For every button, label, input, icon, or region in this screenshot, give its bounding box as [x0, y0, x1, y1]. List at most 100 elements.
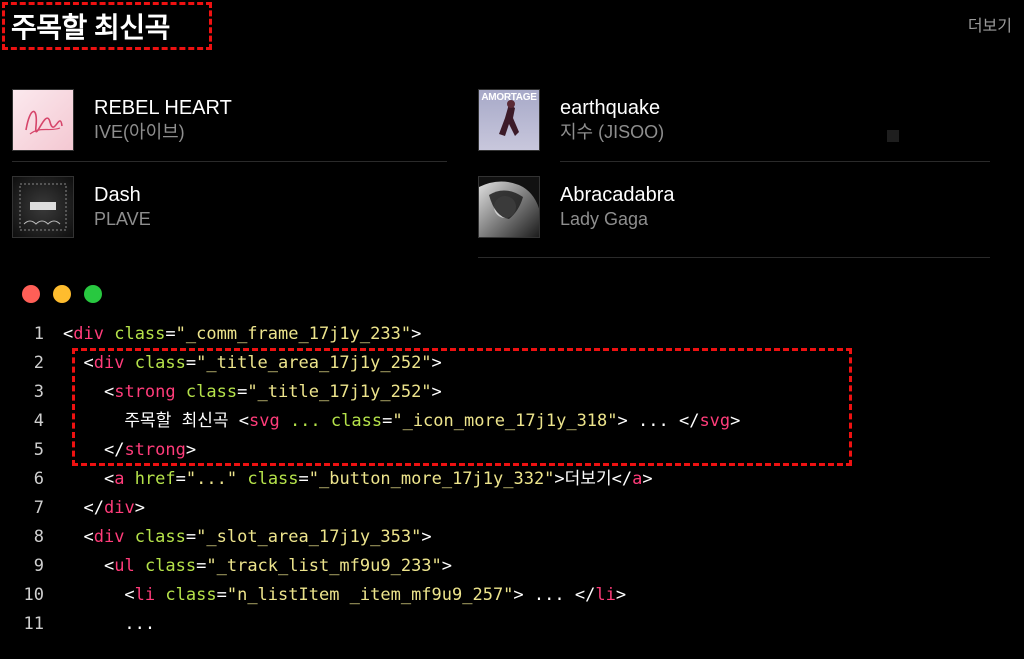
code-token: 더보기 — [564, 469, 612, 489]
line-number: 8 — [33, 527, 44, 547]
minimize-dot[interactable] — [53, 285, 71, 303]
line-number: 11 — [23, 614, 44, 634]
code-line: 8 <div class="_slot_area_17j1y_353"> — [0, 523, 1024, 552]
code-token: ul — [114, 556, 135, 576]
track-artist: PLAVE — [94, 209, 151, 229]
code-token: "_comm_frame_17j1y_233" — [175, 324, 412, 344]
portrait-art-icon — [479, 177, 539, 219]
code-token: div — [73, 324, 104, 344]
divider — [478, 257, 990, 258]
window-controls — [22, 285, 102, 303]
code-token: class — [247, 469, 299, 489]
ornament-art-icon — [19, 183, 67, 231]
code-token: </ — [83, 498, 104, 518]
code-token: class — [134, 527, 186, 547]
code-highlight-box — [72, 348, 852, 466]
code-line: 1 <div class="_comm_frame_17j1y_233"> — [0, 320, 1024, 349]
track-title: Dash — [94, 184, 141, 206]
section-title-highlight: 주목할 최신곡 — [2, 2, 212, 50]
code-token: li — [134, 585, 156, 605]
code-token: < — [103, 469, 115, 489]
code-token: > — [554, 469, 565, 489]
line-number: 4 — [33, 411, 44, 431]
line-number: 3 — [33, 382, 44, 402]
track-artist: IVE(아이브) — [94, 122, 185, 142]
code-token: class — [114, 324, 166, 344]
code-token: ... — [63, 614, 156, 634]
signature-art-icon — [25, 110, 63, 135]
scroll-indicator — [887, 130, 899, 142]
track-item[interactable]: Dash PLAVE — [12, 176, 151, 238]
line-number: 2 — [33, 353, 44, 373]
line-number: 5 — [33, 440, 44, 460]
track-artist: Lady Gaga — [560, 209, 649, 229]
track-artist: 지수 (JISOO) — [560, 122, 665, 142]
line-number: 6 — [33, 469, 44, 489]
code-token: > — [411, 324, 422, 344]
code-token: < — [103, 556, 115, 576]
track-title: Abracadabra — [560, 184, 675, 206]
code-token: = — [196, 556, 207, 576]
divider — [12, 161, 447, 162]
code-token: > — [441, 556, 453, 576]
code-token: = — [165, 324, 176, 344]
line-number: 7 — [33, 498, 44, 518]
code-token: < — [63, 324, 74, 344]
code-token: "_button_more_17j1y_332" — [308, 469, 555, 489]
track-title: earthquake — [560, 97, 661, 119]
album-cover-rebel-heart — [12, 89, 74, 151]
line-number: 9 — [33, 556, 44, 576]
more-button[interactable]: 더보기 — [968, 12, 1012, 36]
code-line: 7 </div> — [0, 494, 1024, 523]
code-token: div — [93, 527, 125, 547]
section-title: 주목할 최신곡 — [11, 12, 170, 43]
album-cover-dash — [12, 176, 74, 238]
album-cover-abracadabra — [478, 176, 540, 238]
close-dot[interactable] — [22, 285, 40, 303]
track-item[interactable]: Abracadabra Lady Gaga — [478, 176, 675, 238]
divider — [560, 161, 990, 162]
code-token: = — [298, 469, 309, 489]
track-item[interactable]: REBEL HEART IVE(아이브) — [12, 89, 232, 151]
code-token: "n_listItem _item_mf9u9_257" — [226, 585, 514, 605]
code-token: < — [124, 585, 135, 605]
code-token: = — [185, 527, 197, 547]
track-title: REBEL HEART — [94, 97, 232, 119]
code-token: < — [83, 527, 94, 547]
code-token: > — [642, 469, 653, 489]
track-item[interactable]: AMORTAGE earthquake 지수 (JISOO) — [478, 89, 664, 151]
figure-art-icon — [499, 100, 519, 136]
code-token: "..." — [185, 469, 238, 489]
code-token: class — [144, 556, 197, 576]
code-token: class — [165, 585, 217, 605]
code-token: </ — [574, 585, 596, 605]
code-token: href — [134, 469, 176, 489]
line-number: 1 — [33, 324, 44, 344]
maximize-dot[interactable] — [84, 285, 102, 303]
code-token: > — [134, 498, 145, 518]
code-token: </ — [611, 469, 633, 489]
code-token: a — [632, 469, 643, 489]
code-token: = — [216, 585, 227, 605]
code-token: > — [513, 585, 524, 605]
code-token: div — [103, 498, 135, 518]
code-token: ... — [523, 585, 575, 605]
code-token: > — [421, 527, 432, 547]
code-line: 11 ... — [0, 610, 1024, 639]
code-token: a — [114, 469, 125, 489]
code-token: > — [615, 585, 627, 605]
code-token: li — [595, 585, 616, 605]
code-line: 6 <a href="..." class="_button_more_17j1… — [0, 465, 1024, 494]
code-line: 9 <ul class="_track_list_mf9u9_233"> — [0, 552, 1024, 581]
line-number: 10 — [23, 585, 44, 605]
